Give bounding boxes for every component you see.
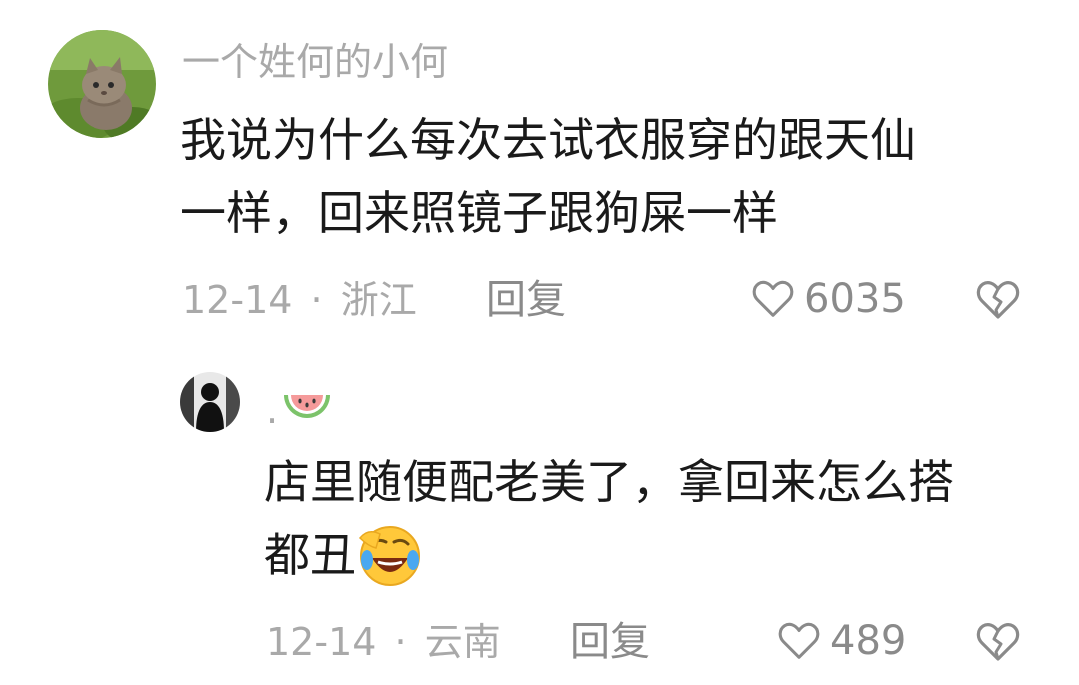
like-button[interactable]: 6035	[750, 276, 906, 322]
kitten-avatar-image	[48, 30, 156, 138]
dislike-button[interactable]	[974, 276, 1022, 328]
meta-separator: ·	[310, 278, 323, 322]
reply-button[interactable]: 回复	[570, 622, 650, 662]
comment-text: 我说为什么每次去试衣服穿的跟天仙 一样，回来照镜子跟狗屎一样	[180, 104, 916, 250]
laughing-crying-face-icon	[358, 525, 420, 586]
comment-meta: 12-14 · 浙江	[182, 281, 417, 319]
heart-outline-icon	[752, 280, 794, 317]
comment-location: 云南	[424, 620, 501, 664]
comment-location: 浙江	[340, 278, 417, 322]
username[interactable]: 一个姓何的小何	[182, 43, 448, 81]
like-count: 6035	[804, 276, 906, 322]
comment-text-line: 店里随便配老美了，拿回来怎么搭	[264, 455, 954, 509]
comment-text-line: 我说为什么每次去试衣服穿的跟天仙	[180, 113, 916, 167]
heart-outline-icon	[778, 622, 820, 659]
broken-heart-icon	[976, 281, 1020, 319]
avatar[interactable]	[180, 372, 240, 432]
meta-separator: ·	[394, 620, 407, 664]
comment-date: 12-14	[266, 620, 377, 664]
watermelon-icon	[284, 395, 331, 418]
avatar[interactable]	[48, 30, 156, 138]
comment-text: 店里随便配老美了，拿回来怎么搭 都丑	[264, 446, 954, 592]
like-button[interactable]: 489	[776, 618, 906, 664]
like-count: 489	[830, 618, 907, 664]
username[interactable]: .	[266, 385, 334, 429]
username-text: .	[266, 388, 279, 432]
broken-heart-icon	[976, 623, 1020, 661]
comment-text-line: 一样，回来照镜子跟狗屎一样	[180, 186, 778, 240]
dislike-button[interactable]	[974, 618, 1022, 670]
comment-text-line: 都丑	[264, 519, 954, 592]
comment-meta: 12-14 · 云南	[266, 623, 501, 661]
reply-button[interactable]: 回复	[486, 280, 566, 320]
silhouette-avatar-image	[180, 372, 240, 432]
comment-date: 12-14	[182, 278, 293, 322]
comment-text-fragment: 都丑	[264, 528, 356, 582]
